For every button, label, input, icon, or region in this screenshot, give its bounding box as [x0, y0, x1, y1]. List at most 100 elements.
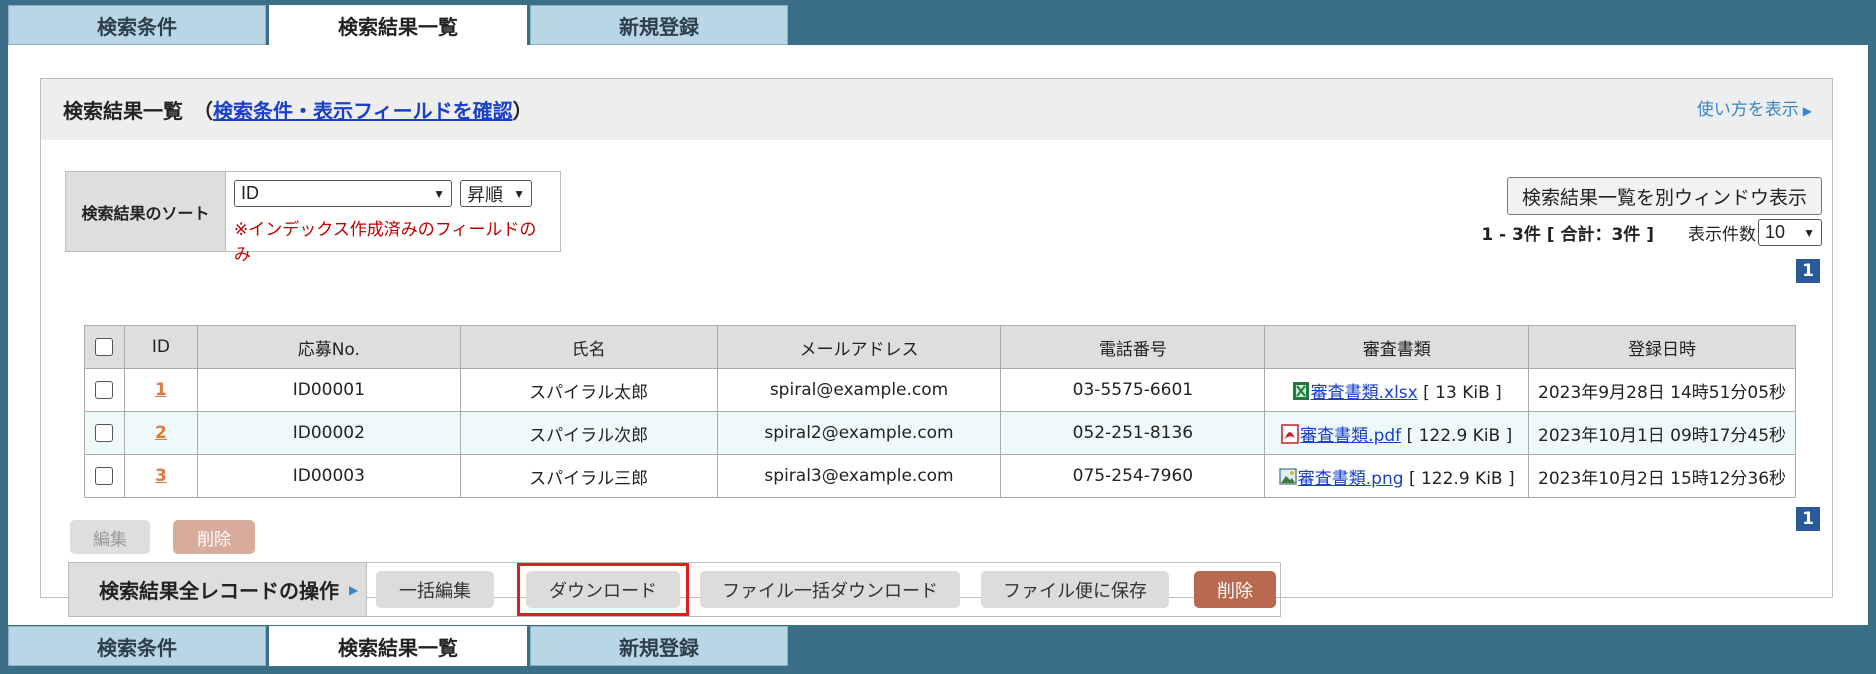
- phone-cell: 03-5575-6601: [1000, 368, 1266, 412]
- page-link-bottom[interactable]: 1: [1796, 507, 1820, 531]
- sort-field-select[interactable]: ID ▼: [234, 180, 452, 207]
- page-link-top[interactable]: 1: [1796, 259, 1820, 283]
- perpage-select[interactable]: 10 ▼: [1758, 219, 1822, 246]
- save-to-file-bin-button[interactable]: ファイル便に保存: [981, 571, 1169, 608]
- header-email[interactable]: メールアドレス: [716, 325, 1002, 369]
- howto-link[interactable]: 使い方を表示 ▶: [1697, 95, 1812, 120]
- open-window-button[interactable]: 検索結果一覧を別ウィンドウ表示: [1506, 177, 1822, 215]
- header-phone[interactable]: 電話番号: [1000, 325, 1266, 369]
- sort-field-value: ID: [241, 183, 259, 203]
- howto-label: 使い方を表示: [1696, 100, 1799, 120]
- pdf-icon: [1281, 423, 1299, 444]
- no-cell: ID00001: [196, 368, 461, 412]
- ops-label-text: 検索結果全レコードの操作: [99, 579, 339, 603]
- header-no[interactable]: 応募No.: [196, 325, 461, 369]
- tab-new-registration[interactable]: 新規登録: [530, 626, 788, 666]
- tab-new-registration[interactable]: 新規登録: [530, 5, 788, 45]
- file-size: [ 13 KiB ]: [1423, 382, 1502, 403]
- file-cell: 審査書類.xlsx [ 13 KiB ]: [1264, 368, 1530, 412]
- edit-button[interactable]: 編集: [70, 520, 150, 554]
- date-cell: 2023年9月28日 14時51分05秒: [1528, 368, 1796, 412]
- paren-close: ）: [512, 99, 533, 123]
- chevron-down-icon: ▼: [1803, 225, 1815, 240]
- file-link[interactable]: 審査書類.pdf: [1300, 426, 1401, 446]
- sort-label: 検索結果のソート: [66, 172, 226, 251]
- id-cell: 1: [123, 368, 198, 412]
- email-cell: spiral@example.com: [716, 368, 1002, 412]
- date-cell: 2023年10月1日 09時17分45秒: [1528, 411, 1796, 455]
- excel-icon: [1292, 381, 1309, 400]
- sort-order-value: 昇順: [467, 184, 503, 205]
- email-cell: spiral3@example.com: [716, 454, 1002, 498]
- triangle-right-icon: ▶: [1802, 104, 1812, 118]
- no-cell: ID00002: [196, 411, 461, 455]
- file-size: [ 122.9 KiB ]: [1406, 425, 1513, 446]
- perpage-value: 10: [1765, 222, 1786, 242]
- row-checkbox[interactable]: [95, 424, 114, 442]
- header-name[interactable]: 氏名: [459, 325, 718, 369]
- paren-open: （: [193, 99, 213, 123]
- perpage-label: 表示件数: [1688, 225, 1756, 245]
- date-cell: 2023年10月2日 15時12分36秒: [1528, 454, 1796, 498]
- tab-search-conditions[interactable]: 検索条件: [8, 626, 266, 666]
- sort-note: ※インデックス作成済みのフィールドのみ: [234, 220, 537, 265]
- row-select-cell: [84, 454, 125, 498]
- name-cell: スパイラル次郎: [459, 411, 718, 455]
- header-files[interactable]: 審査書類: [1264, 325, 1530, 369]
- phone-cell: 052-251-8136: [1000, 411, 1266, 455]
- panel-header: 検索結果一覧 （ 検索条件・表示フィールドを確認 ） 使い方を表示 ▶: [41, 79, 1832, 140]
- confirm-fields-link[interactable]: 検索条件・表示フィールドを確認: [213, 95, 513, 124]
- no-cell: ID00003: [196, 454, 461, 498]
- table-header-row: ID 応募No. 氏名 メールアドレス 電話番号 審査書類 登録日時: [84, 325, 1796, 369]
- results-panel: 検索結果一覧 （ 検索条件・表示フィールドを確認 ） 使い方を表示 ▶ 検索結果の…: [40, 78, 1833, 598]
- file-bulk-download-button[interactable]: ファイル一括ダウンロード: [700, 571, 960, 608]
- sort-order-select[interactable]: 昇順 ▼: [460, 180, 532, 207]
- record-id-link[interactable]: 2: [155, 423, 167, 443]
- file-cell: 審査書類.png [ 122.9 KiB ]: [1264, 454, 1530, 498]
- count-line: 1 - 3件 [ 合計：3件 ] 表示件数 10 ▼: [1481, 219, 1822, 246]
- header-id[interactable]: ID: [123, 325, 198, 369]
- phone-cell: 075-254-7960: [1000, 454, 1266, 498]
- record-id-link[interactable]: 1: [155, 380, 167, 400]
- ops-label: 検索結果全レコードの操作 ▶: [69, 563, 367, 616]
- file-cell: 審査書類.pdf [ 122.9 KiB ]: [1264, 411, 1530, 455]
- content-frame: 検索結果一覧 （ 検索条件・表示フィールドを確認 ） 使い方を表示 ▶ 検索結果の…: [8, 45, 1868, 625]
- row-checkbox[interactable]: [95, 467, 114, 485]
- tab-search-results[interactable]: 検索結果一覧: [269, 626, 527, 666]
- record-id-link[interactable]: 3: [155, 466, 167, 486]
- table-row: 3 ID00003 スパイラル三郎 spiral3@example.com 07…: [84, 454, 1796, 498]
- bulk-edit-button[interactable]: 一括編集: [376, 571, 494, 608]
- header-date[interactable]: 登録日時: [1528, 325, 1796, 369]
- email-cell: spiral2@example.com: [716, 411, 1002, 455]
- file-link[interactable]: 審査書類.png: [1298, 469, 1404, 489]
- file-size: [ 122.9 KiB ]: [1408, 468, 1515, 489]
- chevron-down-icon: ▼: [433, 186, 445, 201]
- triangle-right-icon: ▶: [349, 582, 359, 597]
- tab-search-results[interactable]: 検索結果一覧: [269, 5, 527, 45]
- tab-search-conditions[interactable]: 検索条件: [8, 5, 266, 45]
- result-count: 1 - 3件 [ 合計：3件 ]: [1481, 225, 1654, 245]
- file-link[interactable]: 審査書類.xlsx: [1311, 383, 1418, 403]
- name-cell: スパイラル三郎: [459, 454, 718, 498]
- row-select-cell: [84, 368, 125, 412]
- delete-all-button[interactable]: 削除: [1194, 571, 1276, 608]
- table-row: 1 ID00001 スパイラル太郎 spiral@example.com 03-…: [84, 368, 1796, 412]
- results-table: ID 応募No. 氏名 メールアドレス 電話番号 審査書類 登録日時 1 ID0…: [84, 325, 1796, 498]
- id-cell: 3: [123, 454, 198, 498]
- all-records-ops-bar: 検索結果全レコードの操作 ▶ 一括編集 ダウンロード ファイル一括ダウンロード フ…: [68, 562, 1281, 617]
- panel-title: 検索結果一覧: [63, 99, 183, 123]
- select-all-checkbox[interactable]: [95, 338, 114, 356]
- tab-bar-top: 検索条件 検索結果一覧 新規登録: [8, 5, 1868, 45]
- row-checkbox[interactable]: [95, 381, 114, 399]
- delete-selected-button[interactable]: 削除: [173, 520, 255, 554]
- name-cell: スパイラル太郎: [459, 368, 718, 412]
- tab-bar-bottom: 検索条件 検索結果一覧 新規登録: [8, 626, 1868, 666]
- sort-box: 検索結果のソート ID ▼ 昇順 ▼ ※インデックス作成済みのフィールドのみ: [65, 171, 561, 265]
- chevron-down-icon: ▼: [513, 186, 525, 201]
- select-all-header: [84, 325, 125, 369]
- table-row: 2 ID00002 スパイラル次郎 spiral2@example.com 05…: [84, 411, 1796, 455]
- row-select-cell: [84, 411, 125, 455]
- download-button[interactable]: ダウンロード: [526, 571, 680, 608]
- id-cell: 2: [123, 411, 198, 455]
- image-icon: [1279, 467, 1297, 485]
